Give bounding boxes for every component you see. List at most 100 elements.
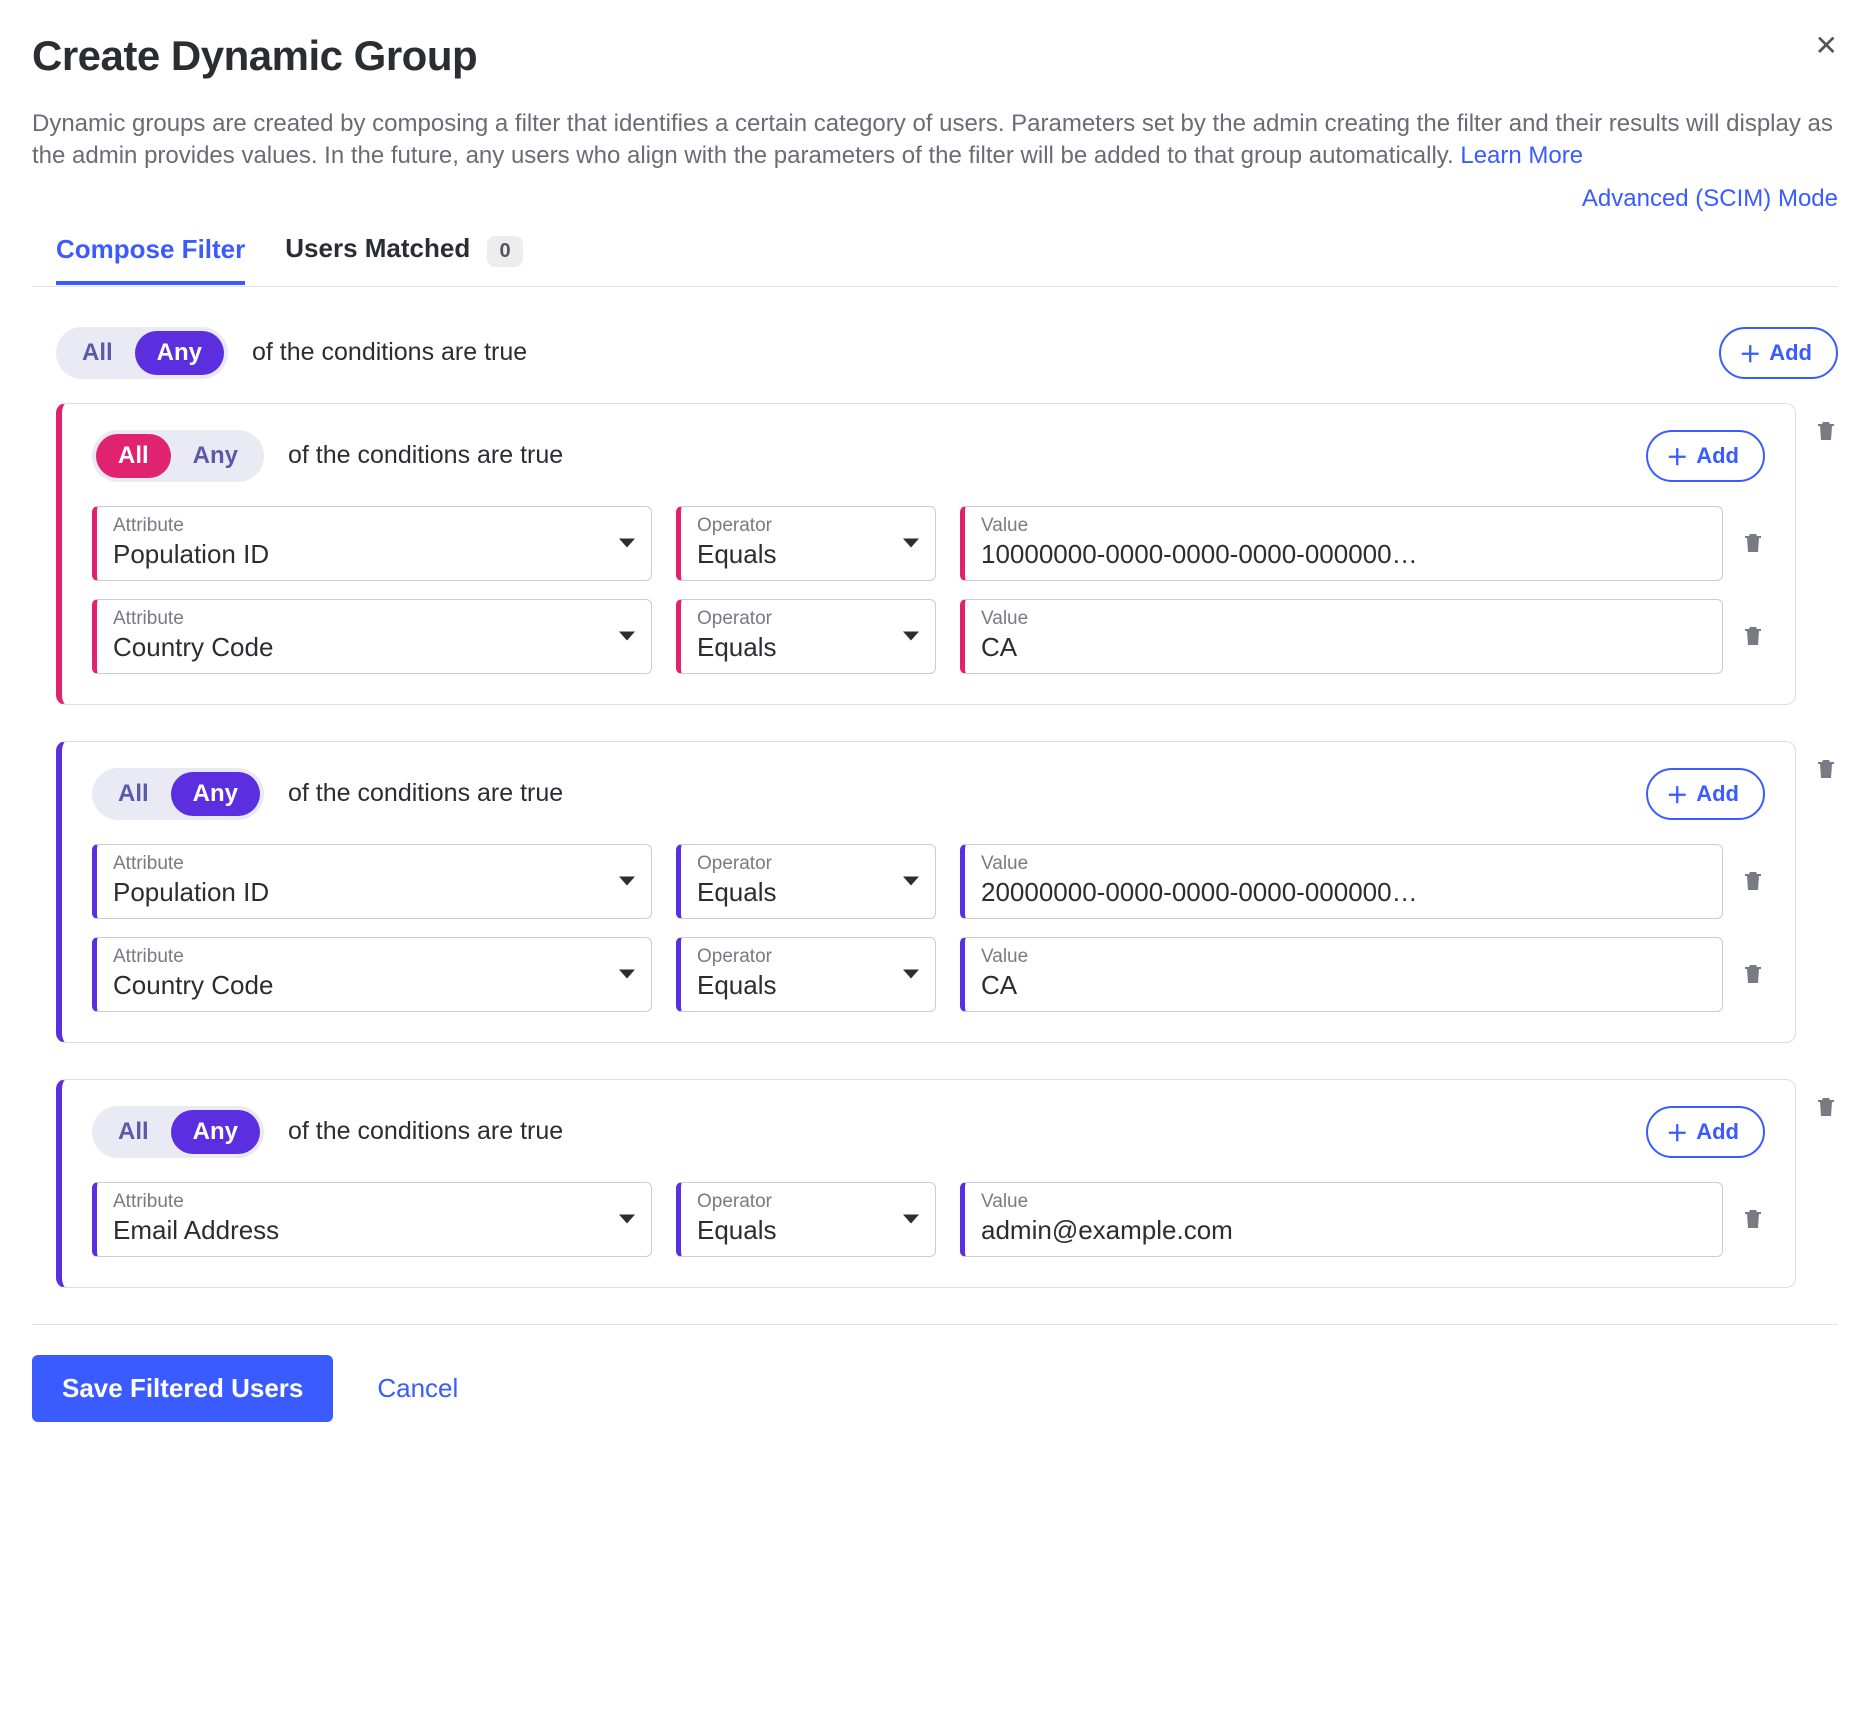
field-value: Equals — [697, 539, 921, 570]
field-label: Value — [981, 608, 1708, 630]
attribute-select[interactable]: AttributePopulation ID — [92, 506, 652, 581]
value-input[interactable]: Value10000000-0000-0000-0000-000000… — [960, 506, 1723, 581]
condition-group: All Any of the conditions are true ＋Add … — [56, 403, 1838, 705]
chevron-down-icon — [619, 970, 635, 979]
chevron-down-icon — [903, 539, 919, 548]
trash-icon[interactable] — [1741, 1205, 1765, 1233]
advanced-mode-link[interactable]: Advanced (SCIM) Mode — [1582, 185, 1838, 212]
field-value: CA — [981, 970, 1708, 1001]
condition-suffix: of the conditions are true — [252, 338, 527, 367]
toggle-all[interactable]: All — [96, 1110, 171, 1154]
value-input[interactable]: Value20000000-0000-0000-0000-000000… — [960, 844, 1723, 919]
operator-select[interactable]: OperatorEquals — [676, 599, 936, 674]
toggle-any[interactable]: Any — [171, 772, 260, 816]
add-label: Add — [1696, 443, 1739, 469]
toggle-any[interactable]: Any — [171, 434, 260, 478]
save-button[interactable]: Save Filtered Users — [32, 1355, 333, 1422]
tabs: Compose Filter Users Matched 0 — [32, 233, 1838, 287]
attribute-select[interactable]: AttributePopulation ID — [92, 844, 652, 919]
field-value: 10000000-0000-0000-0000-000000… — [981, 539, 1708, 570]
field-label: Operator — [697, 515, 921, 537]
group-add-button[interactable]: ＋ Add — [1646, 768, 1765, 820]
chevron-down-icon — [903, 970, 919, 979]
trash-icon[interactable] — [1814, 417, 1838, 445]
trash-icon[interactable] — [1814, 755, 1838, 783]
condition-row: AttributeEmail Address OperatorEquals Va… — [92, 1182, 1765, 1257]
trash-icon[interactable] — [1741, 867, 1765, 895]
trash-icon[interactable] — [1741, 960, 1765, 988]
tab-compose-filter[interactable]: Compose Filter — [56, 234, 245, 285]
plus-icon: ＋ — [1666, 440, 1688, 472]
field-label: Operator — [697, 608, 921, 630]
operator-select[interactable]: OperatorEquals — [676, 506, 936, 581]
attribute-select[interactable]: AttributeCountry Code — [92, 937, 652, 1012]
condition-suffix: of the conditions are true — [288, 779, 563, 808]
value-input[interactable]: ValueCA — [960, 937, 1723, 1012]
condition-group: All Any of the conditions are true ＋Add … — [56, 1079, 1838, 1288]
condition-group-card: All Any of the conditions are true ＋Add … — [56, 1079, 1796, 1288]
add-label: Add — [1696, 1119, 1739, 1145]
root-all-any-toggle[interactable]: All Any — [56, 327, 228, 379]
toggle-any[interactable]: Any — [171, 1110, 260, 1154]
chevron-down-icon — [619, 1215, 635, 1224]
add-label: Add — [1696, 781, 1739, 807]
tab-users-matched-label: Users Matched — [285, 233, 470, 263]
chevron-down-icon — [619, 539, 635, 548]
toggle-all[interactable]: All — [60, 331, 135, 375]
plus-icon: ＋ — [1666, 778, 1688, 810]
field-label: Value — [981, 853, 1708, 875]
toggle-all[interactable]: All — [96, 434, 171, 478]
attribute-select[interactable]: AttributeEmail Address — [92, 1182, 652, 1257]
page-description: Dynamic groups are created by composing … — [32, 108, 1838, 173]
root-add-button[interactable]: ＋Add — [1719, 327, 1838, 379]
field-value: Country Code — [113, 970, 637, 1001]
field-label: Attribute — [113, 1191, 637, 1213]
attribute-select[interactable]: AttributeCountry Code — [92, 599, 652, 674]
toggle-any[interactable]: Any — [135, 331, 224, 375]
condition-row: AttributePopulation ID OperatorEquals Va… — [92, 506, 1765, 581]
group-all-any-toggle[interactable]: All Any — [92, 1106, 264, 1158]
value-input[interactable]: ValueCA — [960, 599, 1723, 674]
group-all-any-toggle[interactable]: All Any — [92, 768, 264, 820]
value-input[interactable]: Valueadmin@example.com — [960, 1182, 1723, 1257]
learn-more-link[interactable]: Learn More — [1460, 142, 1583, 169]
condition-group-card: All Any of the conditions are true ＋Add … — [56, 741, 1796, 1043]
group-add-button[interactable]: ＋ Add — [1646, 1106, 1765, 1158]
cancel-link[interactable]: Cancel — [377, 1373, 458, 1404]
operator-select[interactable]: OperatorEquals — [676, 844, 936, 919]
field-value: Equals — [697, 632, 921, 663]
field-label: Attribute — [113, 946, 637, 968]
condition-group-card: All Any of the conditions are true ＋Add … — [56, 403, 1796, 705]
close-icon[interactable]: ✕ — [1815, 32, 1838, 60]
field-label: Attribute — [113, 608, 637, 630]
condition-suffix: of the conditions are true — [288, 441, 563, 470]
trash-icon[interactable] — [1741, 622, 1765, 650]
chevron-down-icon — [619, 632, 635, 641]
field-value: Equals — [697, 1215, 921, 1246]
field-value: Email Address — [113, 1215, 637, 1246]
plus-icon: ＋ — [1666, 1116, 1688, 1148]
chevron-down-icon — [903, 1215, 919, 1224]
group-all-any-toggle[interactable]: All Any — [92, 430, 264, 482]
field-value: 20000000-0000-0000-0000-000000… — [981, 877, 1708, 908]
tab-users-matched[interactable]: Users Matched 0 — [285, 233, 522, 287]
condition-row: AttributePopulation ID OperatorEquals Va… — [92, 844, 1765, 919]
chevron-down-icon — [619, 877, 635, 886]
operator-select[interactable]: OperatorEquals — [676, 937, 936, 1012]
field-label: Attribute — [113, 853, 637, 875]
trash-icon[interactable] — [1814, 1093, 1838, 1121]
condition-row: AttributeCountry Code OperatorEquals Val… — [92, 599, 1765, 674]
field-label: Value — [981, 515, 1708, 537]
field-value: Population ID — [113, 539, 637, 570]
users-matched-count: 0 — [487, 236, 522, 267]
toggle-all[interactable]: All — [96, 772, 171, 816]
operator-select[interactable]: OperatorEquals — [676, 1182, 936, 1257]
field-label: Attribute — [113, 515, 637, 537]
condition-suffix: of the conditions are true — [288, 1117, 563, 1146]
field-value: Country Code — [113, 632, 637, 663]
field-label: Operator — [697, 853, 921, 875]
root-condition-row: All Any of the conditions are true ＋Add — [56, 327, 1838, 379]
trash-icon[interactable] — [1741, 529, 1765, 557]
footer: Save Filtered Users Cancel — [32, 1324, 1838, 1422]
group-add-button[interactable]: ＋ Add — [1646, 430, 1765, 482]
